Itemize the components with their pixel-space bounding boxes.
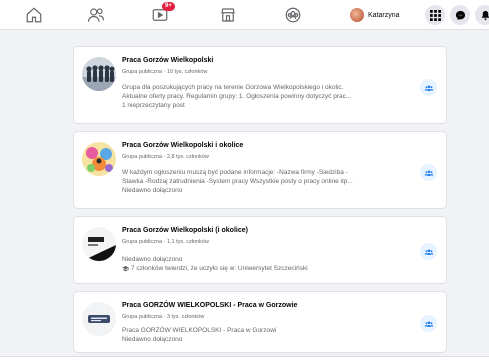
bell-icon[interactable] (475, 5, 489, 25)
group-description: W każdym ogłoszeniu muszą być podane inf… (122, 168, 422, 195)
group-card[interactable]: Praca Gorzów Wielkopolski Grupa publiczn… (73, 46, 447, 124)
join-group-button[interactable] (420, 79, 437, 96)
groups-icon[interactable] (283, 5, 303, 25)
join-group-button[interactable] (420, 164, 437, 181)
group-description: Niedawno dołączono 7 członków twierdzi, … (122, 255, 422, 273)
group-avatar (82, 142, 116, 176)
group-description: Praca GORZÓW WIELKOPOLSKI - Praca w Gorz… (122, 326, 422, 344)
group-title[interactable]: Praca Gorzów Wielkopolski (122, 57, 213, 64)
notification-badge: 9+ (162, 2, 175, 11)
group-meta: Grupa publiczna · 2,8 tys. członków (122, 154, 209, 160)
description-line: W każdym ogłoszeniu muszą być podane inf… (122, 169, 348, 176)
group-join-icon (424, 249, 433, 255)
join-group-button[interactable] (420, 315, 437, 332)
group-title[interactable]: Praca Gorzów Wielkopolski (i okolice) (122, 227, 248, 234)
group-avatar (82, 57, 116, 91)
home-icon[interactable] (24, 5, 44, 25)
description-line: Grupa dla poszukujących pracy na terenie… (122, 84, 344, 91)
description-line: Praca GORZÓW WIELKOPOLSKI - Praca w Gorz… (122, 327, 277, 334)
top-navigation-bar: 9+ Katarzyna (0, 0, 489, 30)
bottom-edge (0, 356, 489, 364)
group-join-icon (424, 170, 433, 176)
group-meta: Grupa publiczna · 1,1 tys. członków (122, 239, 209, 245)
membership-status: Niedawno dołączono (122, 187, 183, 194)
unread-posts-status: 1 nieprzeczytany post (122, 102, 185, 109)
group-description: Grupa dla poszukujących pracy na terenie… (122, 83, 422, 110)
group-title[interactable]: Praca Gorzów Wielkopolski i okolice (122, 142, 243, 149)
grid-menu-icon[interactable] (425, 5, 445, 25)
membership-status: Niedawno dołączono (122, 256, 183, 263)
group-join-icon (424, 321, 433, 327)
group-avatar (82, 227, 116, 261)
description-line: Aktualne oferty pracy. Regulamin grupy: … (122, 93, 352, 100)
friends-icon[interactable] (86, 5, 106, 25)
group-join-icon (424, 85, 433, 91)
user-profile-chip[interactable]: Katarzyna (350, 6, 400, 24)
marketplace-icon[interactable] (218, 5, 238, 25)
description-line: Stawka -Rodzaj zatrudnienia -System prac… (122, 178, 353, 185)
video-icon[interactable]: 9+ (150, 2, 175, 25)
education-note: 7 członków twierdzi, że uczyło się w: Un… (122, 264, 422, 273)
education-text: 7 członków twierdzi, że uczyło się w: Un… (131, 265, 308, 272)
membership-status: Niedawno dołączono (122, 336, 183, 343)
group-title[interactable]: Praca GORZÓW WIELKOPOLSKI - Praca w Gorz… (122, 302, 297, 309)
user-name: Katarzyna (368, 11, 400, 19)
graduation-cap-icon (122, 265, 129, 272)
avatar (350, 8, 364, 22)
group-card[interactable]: Praca Gorzów Wielkopolski i okolice Grup… (73, 131, 447, 209)
messenger-icon[interactable] (450, 5, 470, 25)
group-meta: Grupa publiczna · 10 tys. członków (122, 69, 208, 75)
group-card[interactable]: Praca GORZÓW WIELKOPOLSKI - Praca w Gorz… (73, 291, 447, 353)
group-avatar (82, 302, 116, 336)
group-card[interactable]: Praca Gorzów Wielkopolski (i okolice) Gr… (73, 216, 447, 284)
group-meta: Grupa publiczna · 3 tys. członków (122, 314, 205, 320)
join-group-button[interactable] (420, 243, 437, 260)
